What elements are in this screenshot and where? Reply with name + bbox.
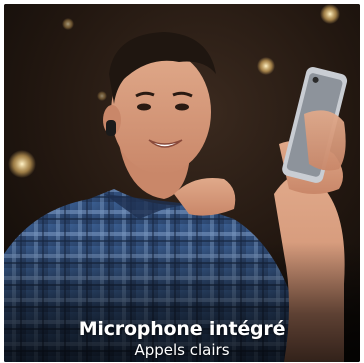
banner-caption: Microphone intégré Appels clairs <box>4 318 360 360</box>
product-banner: Microphone intégré Appels clairs <box>4 4 360 362</box>
banner-subheadline: Appels clairs <box>134 341 230 359</box>
earbud-icon <box>106 120 116 136</box>
banner-headline: Microphone intégré <box>78 318 286 340</box>
